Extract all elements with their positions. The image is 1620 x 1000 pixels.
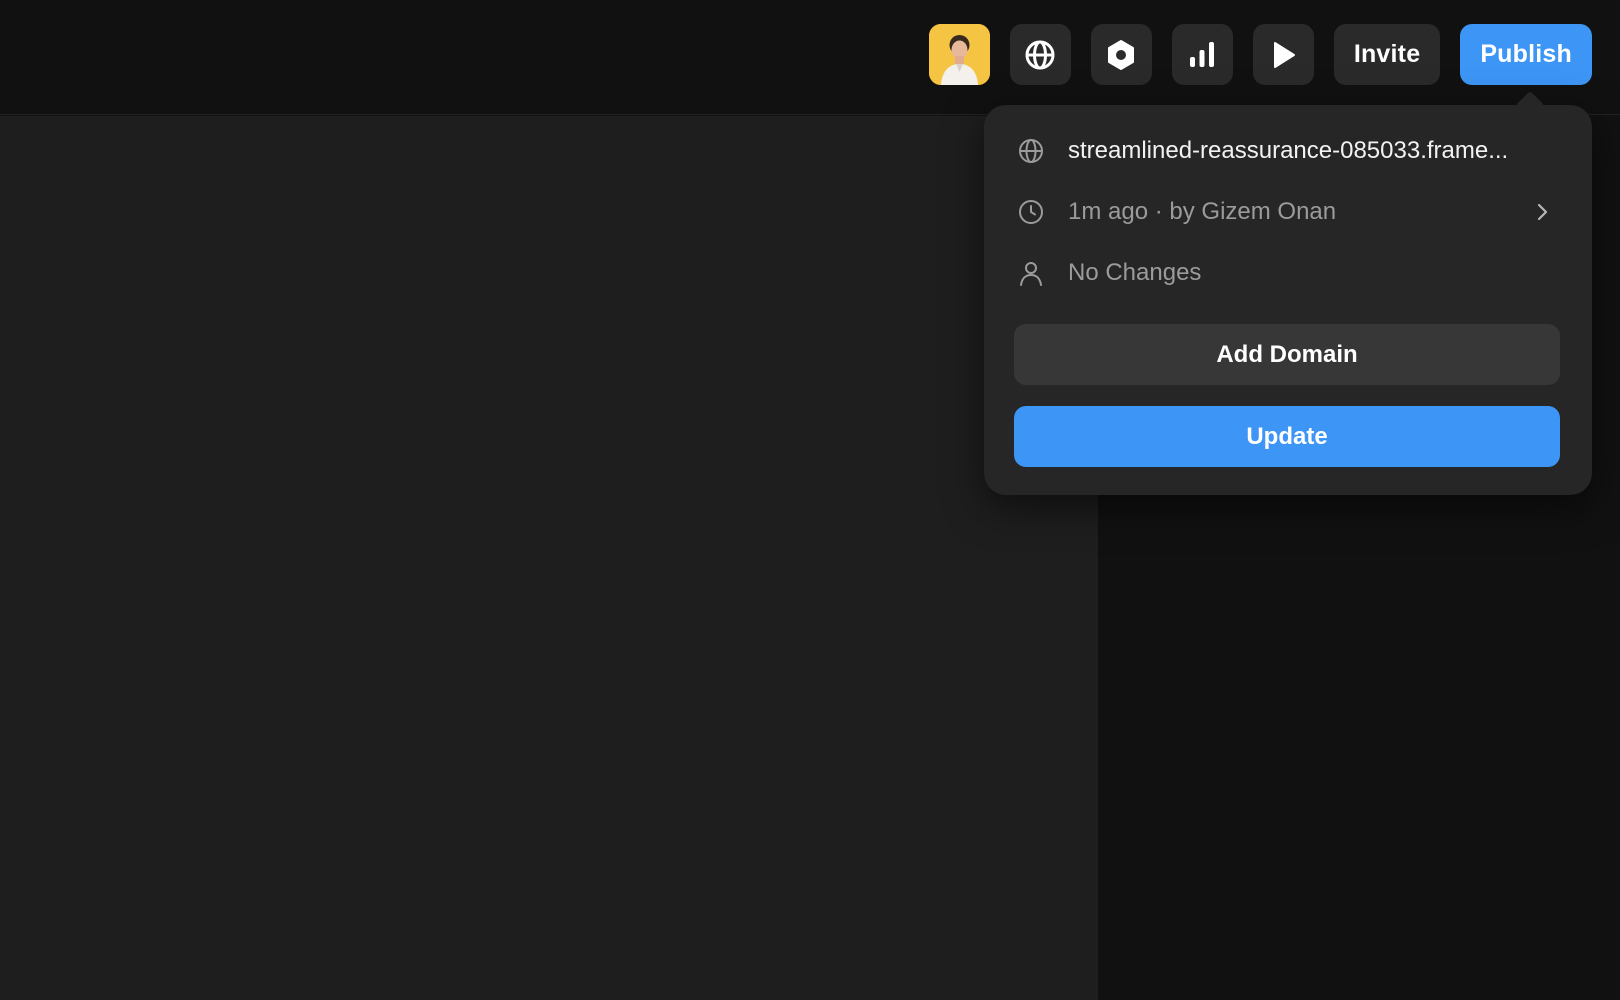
site-url-row[interactable]: streamlined-reassurance-085033.frame... [1016, 131, 1562, 171]
globe-button[interactable] [1009, 24, 1071, 85]
changes-row: No Changes [1016, 253, 1562, 293]
top-bar: Invite Publish [0, 0, 1620, 115]
last-update-row[interactable]: 1m ago · by Gizem Onan [1016, 192, 1562, 232]
preview-button[interactable] [1252, 24, 1314, 85]
play-icon [1274, 41, 1296, 68]
invite-button[interactable]: Invite [1333, 24, 1441, 85]
site-url[interactable]: streamlined-reassurance-085033.frame... [1068, 137, 1508, 165]
design-canvas[interactable] [0, 116, 1098, 1000]
user-icon [1016, 258, 1046, 288]
publish-popover: streamlined-reassurance-085033.frame... … [984, 105, 1592, 495]
avatar-icon [928, 24, 990, 85]
clock-icon [1016, 197, 1046, 227]
settings-button[interactable] [1090, 24, 1152, 85]
changes-text: No Changes [1068, 259, 1202, 286]
globe-icon [1016, 136, 1046, 166]
hexagon-settings-icon [1108, 39, 1135, 70]
globe-icon [1025, 40, 1055, 69]
add-domain-button[interactable]: Add Domain [1014, 324, 1560, 385]
publish-button[interactable]: Publish [1460, 24, 1592, 85]
user-avatar[interactable] [928, 24, 990, 85]
toolbar: Invite Publish [928, 24, 1592, 85]
update-button[interactable]: Update [1014, 406, 1560, 467]
analytics-button[interactable] [1171, 24, 1233, 85]
chevron-right-icon[interactable] [1530, 200, 1554, 229]
last-update-text: 1m ago · by Gizem Onan [1068, 198, 1337, 225]
bar-chart-icon [1190, 41, 1215, 67]
